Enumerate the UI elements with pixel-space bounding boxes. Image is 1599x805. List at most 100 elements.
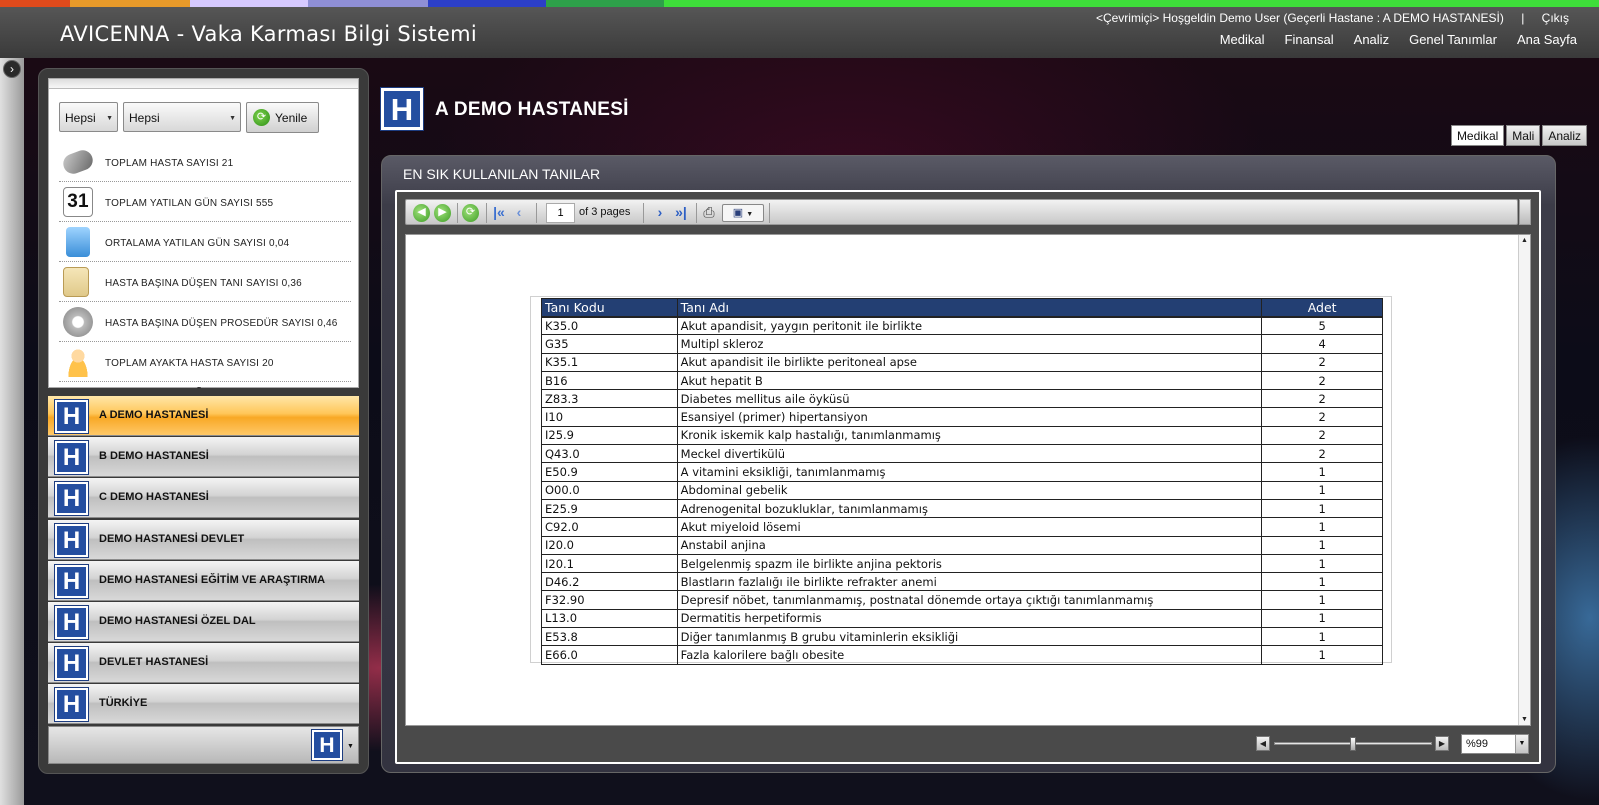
cell-count: 5 <box>1261 316 1383 336</box>
nav-medikal[interactable]: Medikal <box>1220 32 1265 47</box>
table-row: E50.9 A vitamini eksikliği, tanımlanmamış… <box>541 462 1383 482</box>
stat-total-days: 31 TOPLAM YATILAN GÜN SAYISI 555 <box>59 182 351 222</box>
hospital-item[interactable]: H DEMO HASTANESİ DEVLET <box>48 519 359 560</box>
hospital-name: TÜRKİYE <box>99 697 148 710</box>
table-row: Q43.0 Meckel divertikülü 2 <box>541 444 1383 464</box>
stat-procedures-per-patient: HASTA BAŞINA DÜŞEN PROSEDÜR SAYISI 0,46 <box>59 302 351 342</box>
cell-name: Abdominal gebelik <box>676 481 1263 500</box>
zoom-value: %99 <box>1466 738 1489 750</box>
chevron-down-icon[interactable]: ▼ <box>347 743 354 750</box>
table-row: Z83.3 Diabetes mellitus aile öyküsü 2 <box>541 389 1383 409</box>
filter-dropdown-2-value: Hepsi <box>129 111 160 125</box>
cell-name: Depresif nöbet, tanımlanmamış, postnatal… <box>676 590 1263 610</box>
cell-code: D46.2 <box>541 572 678 592</box>
resize-grip[interactable]: '''''' <box>197 386 201 395</box>
cell-count: 1 <box>1261 572 1383 592</box>
nav-genel-tanimlar[interactable]: Genel Tanımlar <box>1409 32 1497 47</box>
color-strip-segment <box>428 0 546 7</box>
expand-arrow-icon[interactable]: › <box>3 60 21 78</box>
nav-finansal[interactable]: Finansal <box>1285 32 1334 47</box>
table-row: D46.2 Blastların fazlalığı ile birlikte r… <box>541 572 1383 592</box>
cell-name: Multipl skleroz <box>676 334 1263 354</box>
table-row: C92.0 Akut miyeloid lösemi 1 <box>541 517 1383 537</box>
stat-text: HASTA BAŞINA DÜŞEN TANI SAYISI 0,36 <box>105 278 302 289</box>
table-row: K35.0 Akut apandisit, yaygın peritonit il… <box>541 316 1383 336</box>
hospital-name: B DEMO HASTANESİ <box>99 450 209 463</box>
refresh-button[interactable]: ⟳ Yenile <box>246 102 319 133</box>
hospital-item[interactable]: H TÜRKİYE <box>48 684 359 725</box>
cell-name: Anstabil anjina <box>676 536 1263 555</box>
scroll-down-icon[interactable]: ▼ <box>1521 716 1528 723</box>
first-page-icon[interactable]: |« <box>491 204 507 222</box>
col-count-header: Adet <box>1261 298 1383 318</box>
cell-count: 1 <box>1261 590 1383 610</box>
cell-name: Diabetes mellitus aile öyküsü <box>676 389 1263 409</box>
welcome-text: <Çevrimiçi> Hoşgeldin Demo User (Geçerli… <box>1095 11 1504 25</box>
cell-count: 1 <box>1261 609 1383 629</box>
cell-count: 1 <box>1261 481 1383 500</box>
chevron-down-icon: ▼ <box>1515 735 1528 753</box>
cell-name: Dermatitis herpetiformis <box>676 609 1263 629</box>
filter-dropdown-1[interactable]: Hepsi ▼ <box>59 102 118 132</box>
zoom-slider[interactable]: ◀ ▶ <box>1256 736 1451 751</box>
table-header-row: Tanı Kodu Tanı Adı Adet <box>541 298 1383 318</box>
hospital-item[interactable]: H A DEMO HASTANESİ <box>48 396 359 436</box>
hospital-item[interactable]: H DEMO HASTANESİ ÖZEL DAL <box>48 601 359 642</box>
hospital-item[interactable]: H B DEMO HASTANESİ <box>48 437 359 478</box>
nav-analiz[interactable]: Analiz <box>1354 32 1389 47</box>
cell-count: 1 <box>1261 645 1383 665</box>
forward-icon[interactable]: ▶ <box>434 204 451 222</box>
stat-outpatients: TOPLAM AYAKTA HASTA SAYISI 20 <box>59 342 351 382</box>
table-row: E53.8 Diğer tanımlanmış B grubu vitaminle… <box>541 627 1383 647</box>
table-row: K35.1 Akut apandisit ile birlikte periton… <box>541 353 1383 372</box>
next-page-icon[interactable]: › <box>653 204 667 222</box>
zoom-in-icon[interactable]: ▶ <box>1435 736 1449 751</box>
cell-count: 2 <box>1261 444 1383 464</box>
hospital-item[interactable]: H DEVLET HASTANESİ <box>48 643 359 684</box>
refresh-icon[interactable]: ⟳ <box>462 204 479 222</box>
print-icon[interactable]: ⎙ <box>701 204 717 222</box>
hospital-item[interactable]: H DEMO HASTANESİ EĞİTİM VE ARAŞTIRMA <box>48 560 359 601</box>
hospital-selector-bar: H ▼ <box>48 726 359 764</box>
cell-count: 1 <box>1261 499 1383 519</box>
back-icon[interactable]: ◀ <box>413 204 430 222</box>
scroll-up-icon[interactable]: ▲ <box>1521 237 1528 244</box>
section-title: EN SIK KULLANILAN TANILAR <box>403 166 601 182</box>
table-row: I20.0 Anstabil anjina 1 <box>541 536 1383 555</box>
last-page-icon[interactable]: »| <box>672 204 690 222</box>
zoom-slider-thumb[interactable] <box>1350 737 1356 751</box>
cell-code: E25.9 <box>541 499 678 519</box>
prev-page-icon[interactable]: ‹ <box>512 204 526 222</box>
hospital-icon[interactable]: H <box>311 729 343 761</box>
table-row: F32.90 Depresif nöbet, tanımlanmamış, pos… <box>541 590 1383 610</box>
hospital-icon: H <box>54 399 89 434</box>
chevron-down-icon: ▼ <box>746 211 754 218</box>
user-icon <box>63 347 93 377</box>
cell-name: Akut hepatit B <box>676 371 1263 391</box>
filter-dropdown-1-value: Hepsi <box>65 111 96 125</box>
stat-text: ORTALAMA YATILAN GÜN SAYISI 0,04 <box>105 238 290 249</box>
tab-analiz[interactable]: Analiz <box>1542 125 1587 146</box>
export-dropdown[interactable]: ▣ ▼ <box>722 204 764 222</box>
hospital-name: A DEMO HASTANESİ <box>99 409 209 421</box>
diagnosis-table: Tanı Kodu Tanı Adı Adet K35.0 Akut apandi… <box>541 298 1383 665</box>
logout-link[interactable]: Çıkış <box>1542 11 1569 25</box>
cell-code: C92.0 <box>541 517 678 537</box>
page-number-input[interactable]: 1 <box>546 203 575 223</box>
refresh-label: Yenile <box>275 111 308 125</box>
cell-count: 2 <box>1261 407 1383 427</box>
toolbar-scroll[interactable] <box>1519 199 1531 225</box>
cell-code: I10 <box>541 407 678 427</box>
tab-bar: Medikal Mali Analiz <box>1450 125 1587 146</box>
chevron-down-icon: ▼ <box>229 115 236 122</box>
nav-ana-sayfa[interactable]: Ana Sayfa <box>1517 32 1577 47</box>
hospital-item[interactable]: H C DEMO HASTANESİ <box>48 478 359 519</box>
filter-dropdown-2[interactable]: Hepsi ▼ <box>123 102 241 132</box>
tab-medikal[interactable]: Medikal <box>1450 125 1505 146</box>
table-body: K35.0 Akut apandisit, yaygın peritonit il… <box>541 316 1383 665</box>
document-scrollbar[interactable]: ▲ ▼ <box>1518 235 1530 725</box>
zoom-out-icon[interactable]: ◀ <box>1256 736 1270 751</box>
zoom-select[interactable]: %99 ▼ <box>1461 734 1529 754</box>
cell-name: Kronik iskemik kalp hastalığı, tanımlanm… <box>676 426 1263 446</box>
tab-mali[interactable]: Mali <box>1506 125 1541 146</box>
